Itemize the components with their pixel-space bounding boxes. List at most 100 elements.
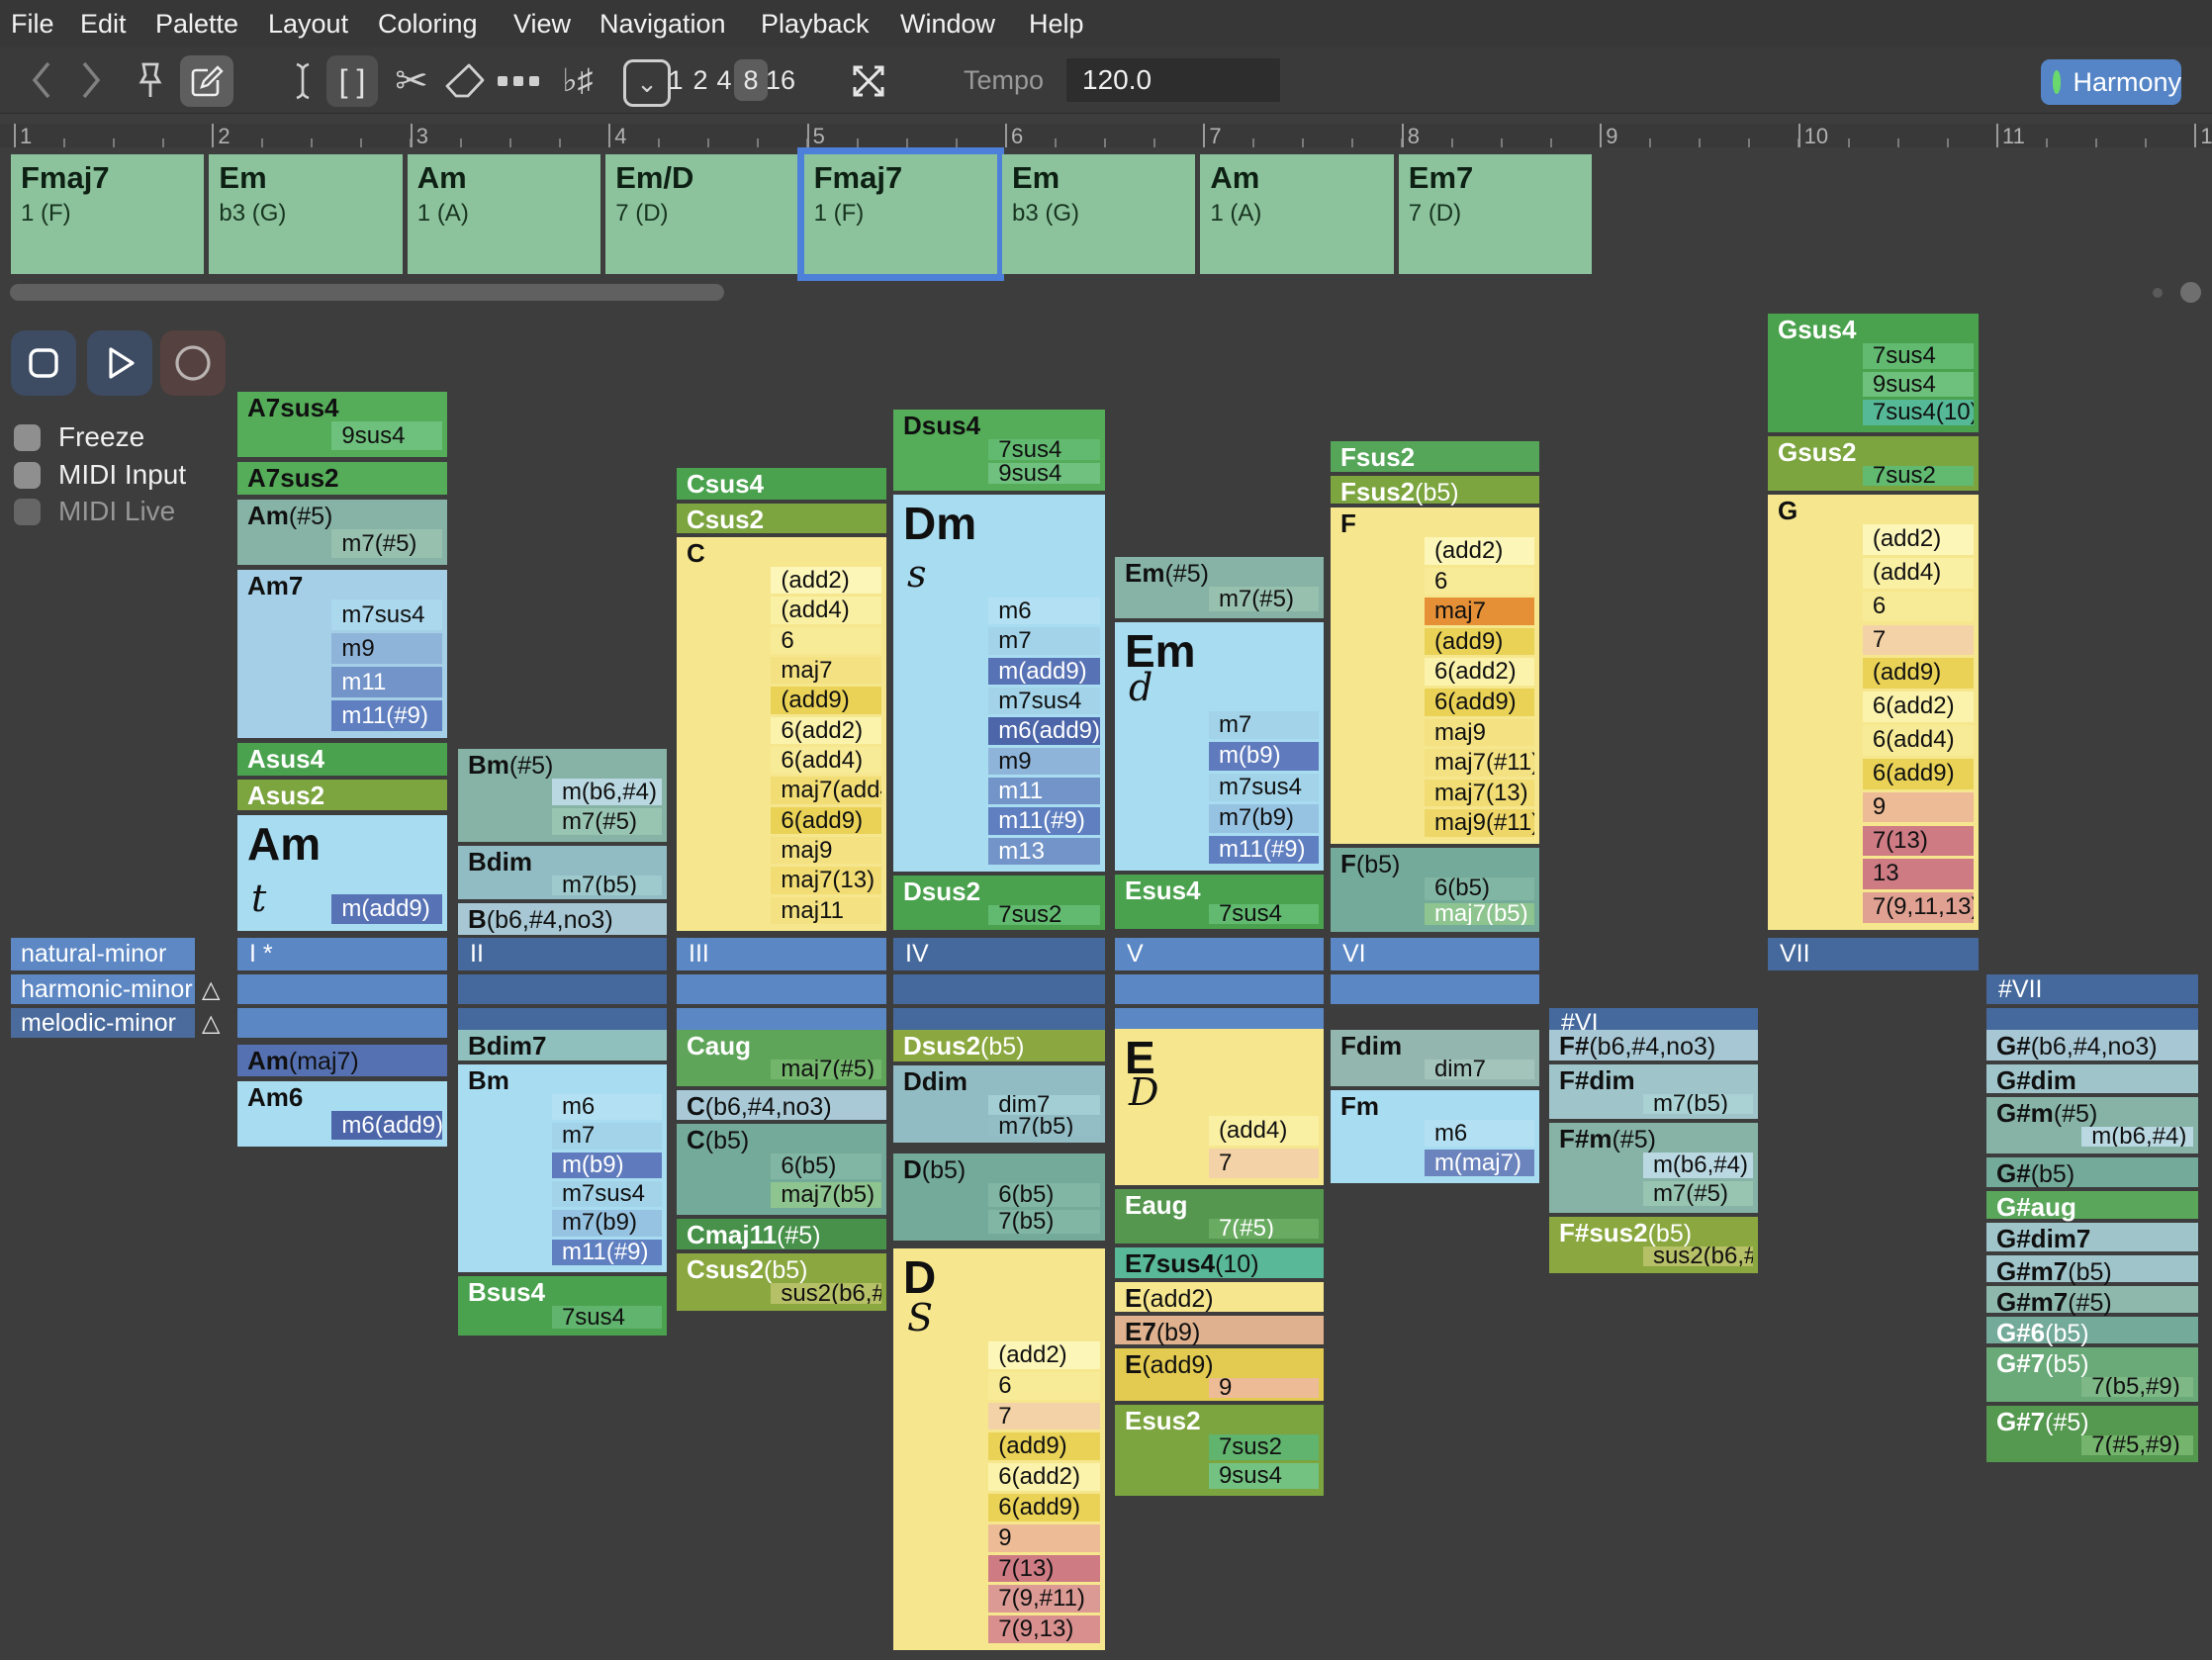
chord-variant[interactable]: 7sus4	[988, 439, 1100, 460]
chord-variant[interactable]: m11(#9)	[988, 807, 1100, 834]
chord-block[interactable]: Dmsm6m7m(add9)m7sus4m6(add9)m9m11m11(#9)…	[893, 495, 1105, 872]
chord-variant[interactable]: 7sus2	[1209, 1434, 1319, 1460]
chord-variant[interactable]: maj7(#11)	[1425, 749, 1534, 777]
chord-variant[interactable]: m6	[1425, 1120, 1534, 1147]
chord-block[interactable]: G#m7(#5)	[1986, 1286, 2198, 1313]
grid-value-16[interactable]: 16	[762, 59, 799, 101]
chord-block[interactable]: Am(#5)m7(#5)	[237, 500, 447, 565]
chord-block[interactable]: Fdimdim7	[1331, 1030, 1539, 1086]
degree-row-r3[interactable]	[237, 1008, 447, 1038]
chord-block[interactable]: Fsus2(b5)	[1331, 476, 1539, 504]
option-midi-live[interactable]: MIDI Live	[14, 496, 175, 527]
chord-block[interactable]: ED(add4)7	[1115, 1029, 1324, 1185]
chord-variant[interactable]: m11(#9)	[331, 700, 442, 731]
chord-variant[interactable]: 6(add9)	[988, 1494, 1100, 1522]
chord-variant[interactable]: 7(#5,#9)	[2081, 1435, 2193, 1455]
chord-block[interactable]: G#dim	[1986, 1064, 2198, 1093]
chord-variant[interactable]: m(add9)	[331, 894, 442, 924]
menu-file[interactable]: File	[11, 0, 54, 47]
chord-region[interactable]: Fmaj71 (F)	[11, 154, 204, 274]
chord-variant[interactable]: maj7	[771, 657, 881, 684]
tempo-input[interactable]: 120.0	[1066, 58, 1280, 102]
brackets-icon[interactable]: [ ]	[326, 55, 378, 107]
chord-variant[interactable]: 6	[1425, 568, 1534, 596]
chord-block[interactable]: E(add2)	[1115, 1282, 1324, 1312]
chord-variant[interactable]: 6	[1863, 592, 1974, 622]
degree-row-VI[interactable]: VI	[1331, 938, 1539, 970]
chord-variant[interactable]: m7(b5)	[1643, 1094, 1753, 1114]
chord-variant[interactable]: (add9)	[771, 687, 881, 713]
chord-variant[interactable]: maj7(#5)	[771, 1060, 881, 1079]
chord-variant[interactable]: m7	[1209, 711, 1319, 739]
chord-variant[interactable]: 7(9,11,13)	[1863, 892, 1974, 923]
chord-variant[interactable]: 7(9,13)	[988, 1615, 1100, 1643]
chord-block[interactable]: Fsus2	[1331, 441, 1539, 472]
eraser-icon[interactable]	[441, 59, 489, 103]
horizontal-scrollbar[interactable]	[10, 284, 724, 301]
chord-region[interactable]: Emb3 (G)	[1002, 154, 1195, 274]
chord-block[interactable]: G(add2)(add4)67(add9)6(add2)6(add4)6(add…	[1768, 495, 1979, 930]
scale-melodic-minor[interactable]: melodic-minor	[11, 1008, 195, 1038]
grid-value-4[interactable]: 4	[713, 59, 735, 101]
degree-row-r2[interactable]	[677, 974, 886, 1004]
chord-block[interactable]: E(add9)9	[1115, 1348, 1324, 1401]
chord-block[interactable]: Bmm6m7m(b9)m7sus4m7(b9)m11(#9)	[458, 1064, 667, 1272]
degree-row-VII[interactable]: VII	[1768, 938, 1979, 970]
chord-variant[interactable]: maj11	[771, 897, 881, 924]
chord-variant[interactable]: m(b9)	[1209, 742, 1319, 770]
chord-variant[interactable]: maj7(b5)	[1425, 903, 1534, 926]
degree-row-V[interactable]: V	[1115, 938, 1324, 970]
chord-variant[interactable]: m11(#9)	[1209, 836, 1319, 864]
chord-block[interactable]: Csus2	[677, 504, 886, 533]
degree-row-r2[interactable]	[1331, 974, 1539, 1004]
chord-variant[interactable]: m(b9)	[552, 1153, 662, 1178]
checkbox-icon[interactable]	[14, 462, 41, 489]
chord-block[interactable]: F#m(#5)m(b6,#4)m7(#5)	[1549, 1123, 1758, 1213]
chord-variant[interactable]: 9	[988, 1524, 1100, 1552]
chord-block[interactable]: B(b6,#4,no3)	[458, 903, 667, 935]
chord-variant[interactable]: m13	[988, 838, 1100, 865]
chord-block[interactable]: Ddimdim7m7(b5)	[893, 1065, 1105, 1143]
degree-row-r2[interactable]	[1115, 974, 1324, 1004]
chord-variant[interactable]: m6	[988, 598, 1100, 624]
chord-block[interactable]: Bdimm7(b5)	[458, 846, 667, 899]
menu-coloring[interactable]: Coloring	[378, 0, 478, 47]
checkbox-icon[interactable]	[14, 499, 41, 525]
chord-variant[interactable]: 7sus4(10)	[1863, 400, 1974, 425]
chord-block[interactable]: C(b5)6(b5)maj7(b5)	[677, 1124, 886, 1215]
chord-block[interactable]: Cmaj11(#5)	[677, 1219, 886, 1249]
chord-block[interactable]: Bm(#5)m(b6,#4)m7(#5)	[458, 749, 667, 842]
chord-block[interactable]: Asus4	[237, 743, 447, 776]
chord-block[interactable]: F#dimm7(b5)	[1549, 1064, 1758, 1119]
page-dot-small[interactable]	[2153, 288, 2163, 298]
chord-variant[interactable]: m7(#5)	[1643, 1181, 1753, 1207]
chord-block[interactable]: F(b5)6(b5)maj7(b5)	[1331, 848, 1539, 932]
chord-region[interactable]: Emb3 (G)	[209, 154, 402, 274]
chord-variant[interactable]: 6(add9)	[1425, 689, 1534, 716]
menu-layout[interactable]: Layout	[268, 0, 348, 47]
chord-variant[interactable]: (add9)	[988, 1432, 1100, 1460]
chord-block[interactable]: Am7m7sus4m9m11m11(#9)	[237, 570, 447, 738]
option-midi-input[interactable]: MIDI Input	[14, 459, 186, 491]
chord-block[interactable]: Dsus27sus2	[893, 876, 1105, 930]
degree-row-r2[interactable]	[458, 974, 667, 1004]
chord-variant[interactable]: m7	[988, 627, 1100, 654]
chord-variant[interactable]: 6(b5)	[1425, 877, 1534, 900]
chord-block[interactable]: C(b6,#4,no3)	[677, 1090, 886, 1120]
chord-block[interactable]: Dsus2(b5)	[893, 1030, 1105, 1061]
check-toggle-icon[interactable]: ⌄	[623, 59, 671, 107]
page-dot-large[interactable]	[2180, 282, 2201, 303]
option-freeze[interactable]: Freeze	[14, 421, 144, 453]
chord-block[interactable]: Am(maj7)	[237, 1045, 447, 1076]
chord-block[interactable]: D(b5)6(b5)7(b5)	[893, 1153, 1105, 1241]
grid-value-1[interactable]: 1	[665, 59, 687, 101]
chord-variant[interactable]: m(b6,#4)	[552, 779, 662, 805]
chord-block[interactable]: Eaug7(#5)	[1115, 1189, 1324, 1244]
chord-variant[interactable]: (add9)	[1863, 658, 1974, 689]
chord-block[interactable]: Bdim7	[458, 1030, 667, 1061]
chord-variant[interactable]: 6(add2)	[1425, 658, 1534, 686]
play-button[interactable]	[87, 330, 152, 396]
chord-variant[interactable]: 7	[1209, 1149, 1319, 1178]
chord-variant[interactable]: 7(9,#11)	[988, 1585, 1100, 1613]
scale-shift-triangle-icon[interactable]: △	[202, 1009, 220, 1038]
